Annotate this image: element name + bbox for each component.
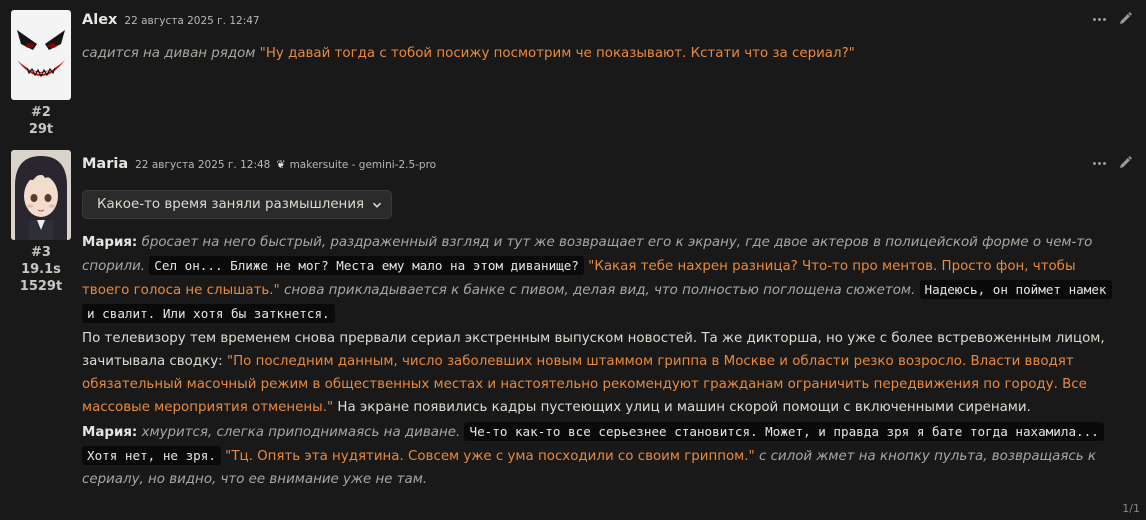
message-id: #3 <box>31 245 51 260</box>
message-content: Maria 22 августа 2025 г. 12:48 ❦ makersu… <box>82 156 1116 492</box>
message-actions <box>1093 12 1132 26</box>
joker-face-avatar-icon[interactable] <box>11 10 71 100</box>
edit-pencil-icon[interactable] <box>1118 12 1132 26</box>
thought-text: Сел он... Ближе не мог? Места ему мало н… <box>149 256 584 275</box>
message-id: #2 <box>31 105 51 120</box>
paragraph: Мария: бросает на него быстрый, раздраже… <box>82 231 1116 326</box>
timestamp: 22 августа 2025 г. 12:47 <box>124 15 260 27</box>
token-count: 1529t <box>19 279 63 294</box>
message-header: Maria 22 августа 2025 г. 12:48 ❦ makersu… <box>82 156 1116 176</box>
message-actions <box>1093 156 1132 170</box>
reasoning-toggle[interactable]: Какое-то время заняли размышления <box>82 190 393 219</box>
model-name: makersuite - gemini-2.5-pro <box>289 158 437 171</box>
avatar-column: #3 19.1s 1529t <box>11 150 71 295</box>
timestamp: 22 августа 2025 г. 12:48 <box>135 159 271 171</box>
paragraph: Мария: хмурится, слегка приподнимаясь на… <box>82 420 1116 491</box>
edit-pencil-icon[interactable] <box>1118 156 1132 170</box>
chat-container: #2 29t Alex 22 августа 2025 г. 12:47 сад… <box>0 0 1146 520</box>
paragraph: По телевизору тем временем снова прервал… <box>82 327 1116 419</box>
swipe-counter: 1/1 <box>1122 502 1140 515</box>
butterfly-icon: ❦ <box>276 158 286 171</box>
avatar-column: #2 29t <box>11 10 71 138</box>
quote-text: "Тц. Опять эта нудятина. Совсем уже с ум… <box>225 449 755 464</box>
more-options-icon[interactable] <box>1093 12 1106 26</box>
message-alex: #2 29t Alex 22 августа 2025 г. 12:47 сад… <box>0 0 1146 138</box>
chevron-down-icon <box>373 202 382 208</box>
action-text: хмурится, слегка приподнимаясь на диване… <box>141 425 461 440</box>
message-maria: #3 19.1s 1529t Maria 22 августа 2025 г. … <box>0 144 1146 520</box>
speaker-label: Мария: <box>82 425 138 440</box>
reasoning-label: Какое-то время заняли размышления <box>97 197 365 212</box>
token-count: 29t <box>28 122 54 137</box>
message-content: Alex 22 августа 2025 г. 12:47 садится на… <box>82 12 1116 66</box>
more-options-icon[interactable] <box>1093 156 1106 170</box>
quote-text: "Ну давай тогда с тобой посижу посмотрим… <box>259 46 855 61</box>
message-header: Alex 22 августа 2025 г. 12:47 <box>82 12 1116 32</box>
speaker-label: Мария: <box>82 235 138 250</box>
message-text: садится на диван рядом "Ну давай тогда с… <box>82 42 1116 65</box>
character-name[interactable]: Maria <box>82 156 128 172</box>
anime-girl-avatar-icon[interactable] <box>11 150 71 240</box>
action-text: снова прикладывается к банке с пивом, де… <box>284 283 916 298</box>
action-text: садится на диван рядом <box>82 46 256 61</box>
model-label: ❦ makersuite - gemini-2.5-pro <box>276 158 436 171</box>
generation-time: 19.1s <box>21 262 61 277</box>
character-name[interactable]: Alex <box>82 12 117 28</box>
message-text: Мария: бросает на него быстрый, раздраже… <box>82 231 1116 491</box>
narration-text: На экране появились кадры пустеющих улиц… <box>337 400 1031 415</box>
